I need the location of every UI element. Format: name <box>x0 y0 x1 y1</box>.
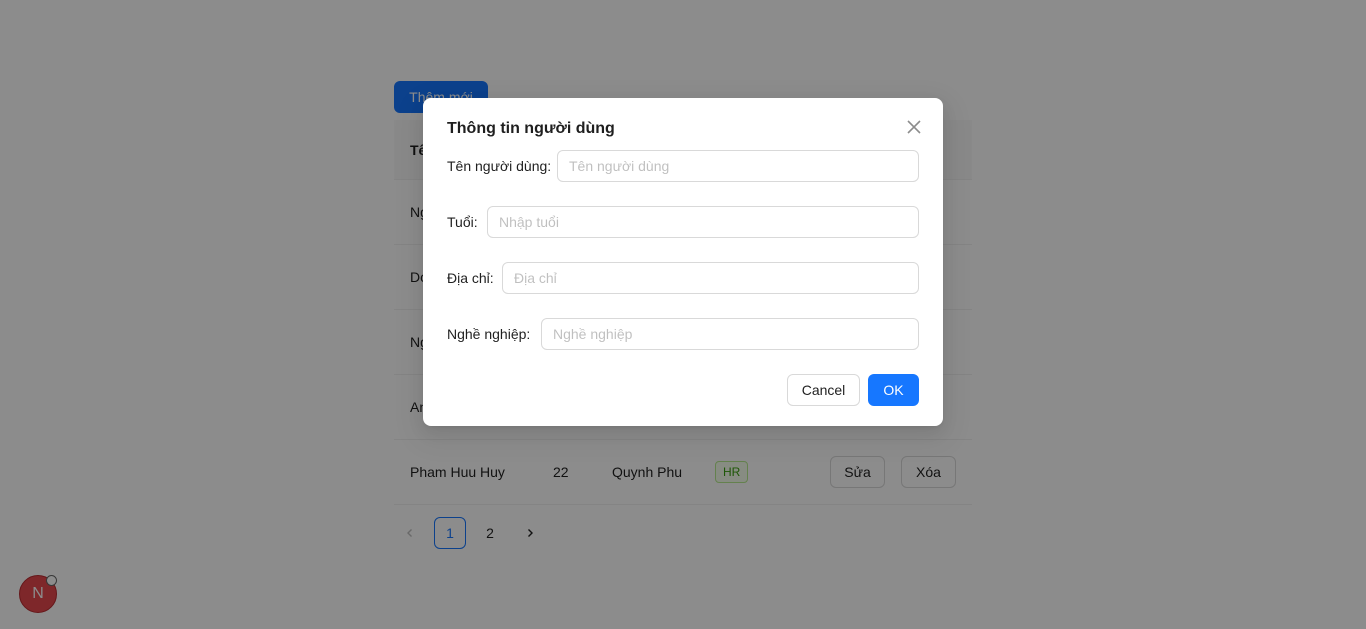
form-row-username: Tên người dùng: <box>447 150 919 182</box>
age-label: Tuổi: <box>447 214 478 230</box>
address-input[interactable] <box>502 262 919 294</box>
modal-title: Thông tin người dùng <box>447 120 615 137</box>
form-row-address: Địa chỉ: <box>447 262 919 294</box>
close-icon <box>907 120 921 134</box>
address-label: Địa chỉ: <box>447 270 494 286</box>
user-info-modal: Thông tin người dùng Tên người dùng: Tuổ… <box>423 98 943 426</box>
username-label: Tên người dùng: <box>447 158 552 174</box>
age-input[interactable] <box>487 206 919 238</box>
username-input[interactable] <box>557 150 919 182</box>
occupation-input[interactable] <box>541 318 919 350</box>
occupation-label: Nghề nghiệp: <box>447 326 531 342</box>
form-row-age: Tuổi: <box>447 206 919 238</box>
close-button[interactable] <box>903 116 925 138</box>
form-row-occupation: Nghề nghiệp: <box>447 318 919 350</box>
ok-button[interactable]: OK <box>868 374 919 406</box>
page: Thêm mới Tên Ng Do Ng An Pham Huu Huy 22… <box>0 0 1366 629</box>
cancel-button[interactable]: Cancel <box>787 374 860 406</box>
